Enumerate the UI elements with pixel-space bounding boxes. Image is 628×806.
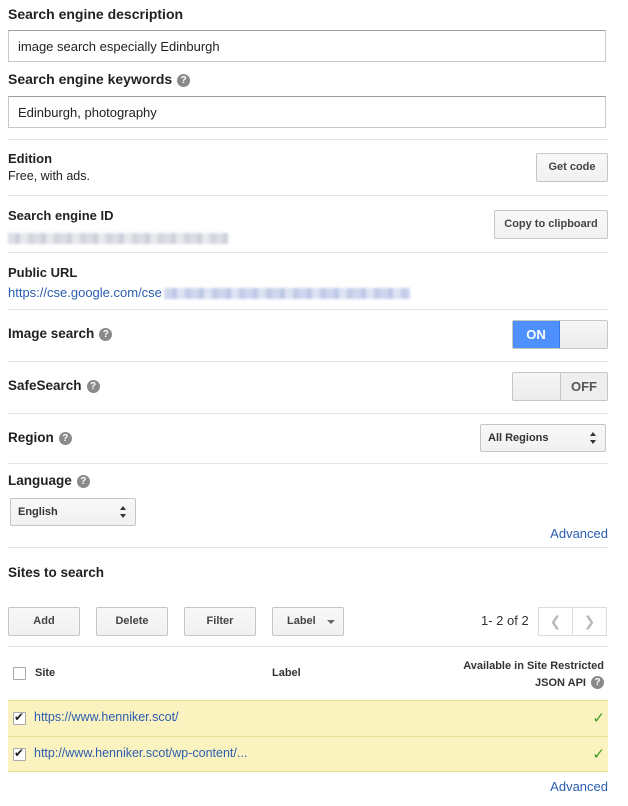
image-search-label: Image search? — [8, 326, 113, 341]
column-api: Available in Site Restricted JSON API? — [463, 658, 604, 692]
image-search-toggle[interactable]: ON — [512, 320, 608, 349]
divider — [8, 361, 608, 362]
check-icon: ✓ — [592, 746, 605, 763]
column-api-line2-text: JSON API — [535, 677, 586, 689]
public-url-redacted — [163, 288, 410, 300]
region-label: Region? — [8, 430, 72, 445]
copy-to-clipboard-button[interactable]: Copy to clipboard — [494, 210, 608, 239]
language-selected: English — [18, 506, 58, 518]
pagination-text: 1- 2 of 2 — [481, 613, 529, 628]
divider — [8, 195, 608, 196]
safesearch-label-text: SafeSearch — [8, 378, 82, 393]
language-select[interactable]: English — [10, 498, 136, 526]
check-icon: ✓ — [592, 710, 605, 727]
engine-id-value-redacted — [8, 230, 228, 245]
keywords-label: Search engine keywords? — [8, 71, 191, 87]
engine-id-label: Search engine ID — [8, 208, 114, 223]
language-advanced-link[interactable]: Advanced — [550, 526, 608, 541]
select-arrows-icon — [120, 506, 127, 518]
table-row[interactable]: https://www.henniker.scot/ ✓ — [8, 700, 608, 736]
filter-button[interactable]: Filter — [184, 607, 256, 636]
description-input[interactable] — [8, 30, 606, 62]
column-api-line2: JSON API? — [463, 675, 604, 692]
toggle-off-label: OFF — [560, 373, 607, 400]
safesearch-toggle[interactable]: OFF — [512, 372, 608, 401]
column-label[interactable]: Label — [272, 667, 301, 679]
help-icon[interactable]: ? — [58, 432, 72, 445]
pager: ❮ ❯ — [538, 607, 608, 636]
help-icon[interactable]: ? — [86, 380, 100, 393]
region-selected: All Regions — [488, 432, 549, 444]
select-arrows-icon — [590, 432, 597, 444]
help-icon[interactable]: ? — [99, 328, 113, 341]
description-label: Search engine description — [8, 6, 184, 22]
caret-down-icon — [327, 620, 335, 624]
select-all-checkbox[interactable] — [13, 667, 26, 680]
image-search-label-text: Image search — [8, 326, 95, 341]
toggle-on-label: ON — [513, 321, 560, 348]
sites-title: Sites to search — [8, 565, 105, 580]
row-checkbox[interactable] — [13, 746, 26, 761]
language-label-text: Language — [8, 473, 72, 488]
help-icon[interactable]: ? — [177, 74, 191, 87]
row-site-url[interactable]: http://www.henniker.scot/wp-content/... — [34, 746, 247, 760]
keywords-label-text: Search engine keywords — [8, 71, 173, 87]
public-url-prefix[interactable]: https://cse.google.com/cse — [8, 285, 162, 300]
region-select[interactable]: All Regions — [480, 424, 606, 452]
help-icon[interactable]: ? — [76, 475, 90, 488]
divider — [8, 413, 608, 414]
language-label: Language? — [8, 473, 90, 488]
edition-label: Edition — [8, 151, 53, 166]
divider — [8, 252, 608, 253]
chevron-right-icon[interactable]: ❯ — [572, 607, 607, 636]
divider — [8, 463, 608, 464]
delete-site-button[interactable]: Delete — [96, 607, 168, 636]
public-url-link[interactable]: https://cse.google.com/cse — [8, 285, 410, 300]
add-site-button[interactable]: Add — [8, 607, 80, 636]
get-code-button[interactable]: Get code — [536, 153, 608, 182]
edition-value: Free, with ads. — [8, 169, 90, 183]
divider — [8, 139, 608, 140]
divider — [8, 309, 608, 310]
divider — [8, 646, 608, 647]
column-site[interactable]: Site — [35, 667, 55, 679]
region-label-text: Region — [8, 430, 54, 445]
table-row[interactable]: http://www.henniker.scot/wp-content/... … — [8, 736, 608, 772]
safesearch-label: SafeSearch? — [8, 378, 100, 393]
help-icon[interactable]: ? — [591, 676, 604, 689]
public-url-label: Public URL — [8, 265, 78, 280]
label-dropdown-button[interactable]: Label — [272, 607, 344, 636]
chevron-left-icon[interactable]: ❮ — [538, 607, 573, 636]
row-site-url[interactable]: https://www.henniker.scot/ — [34, 710, 179, 724]
row-checkbox[interactable] — [13, 710, 26, 725]
keywords-input[interactable] — [8, 96, 606, 128]
column-api-line1: Available in Site Restricted — [463, 660, 604, 672]
label-dropdown-text: Label — [287, 615, 316, 627]
divider — [8, 547, 608, 548]
sites-advanced-link[interactable]: Advanced — [550, 779, 608, 794]
